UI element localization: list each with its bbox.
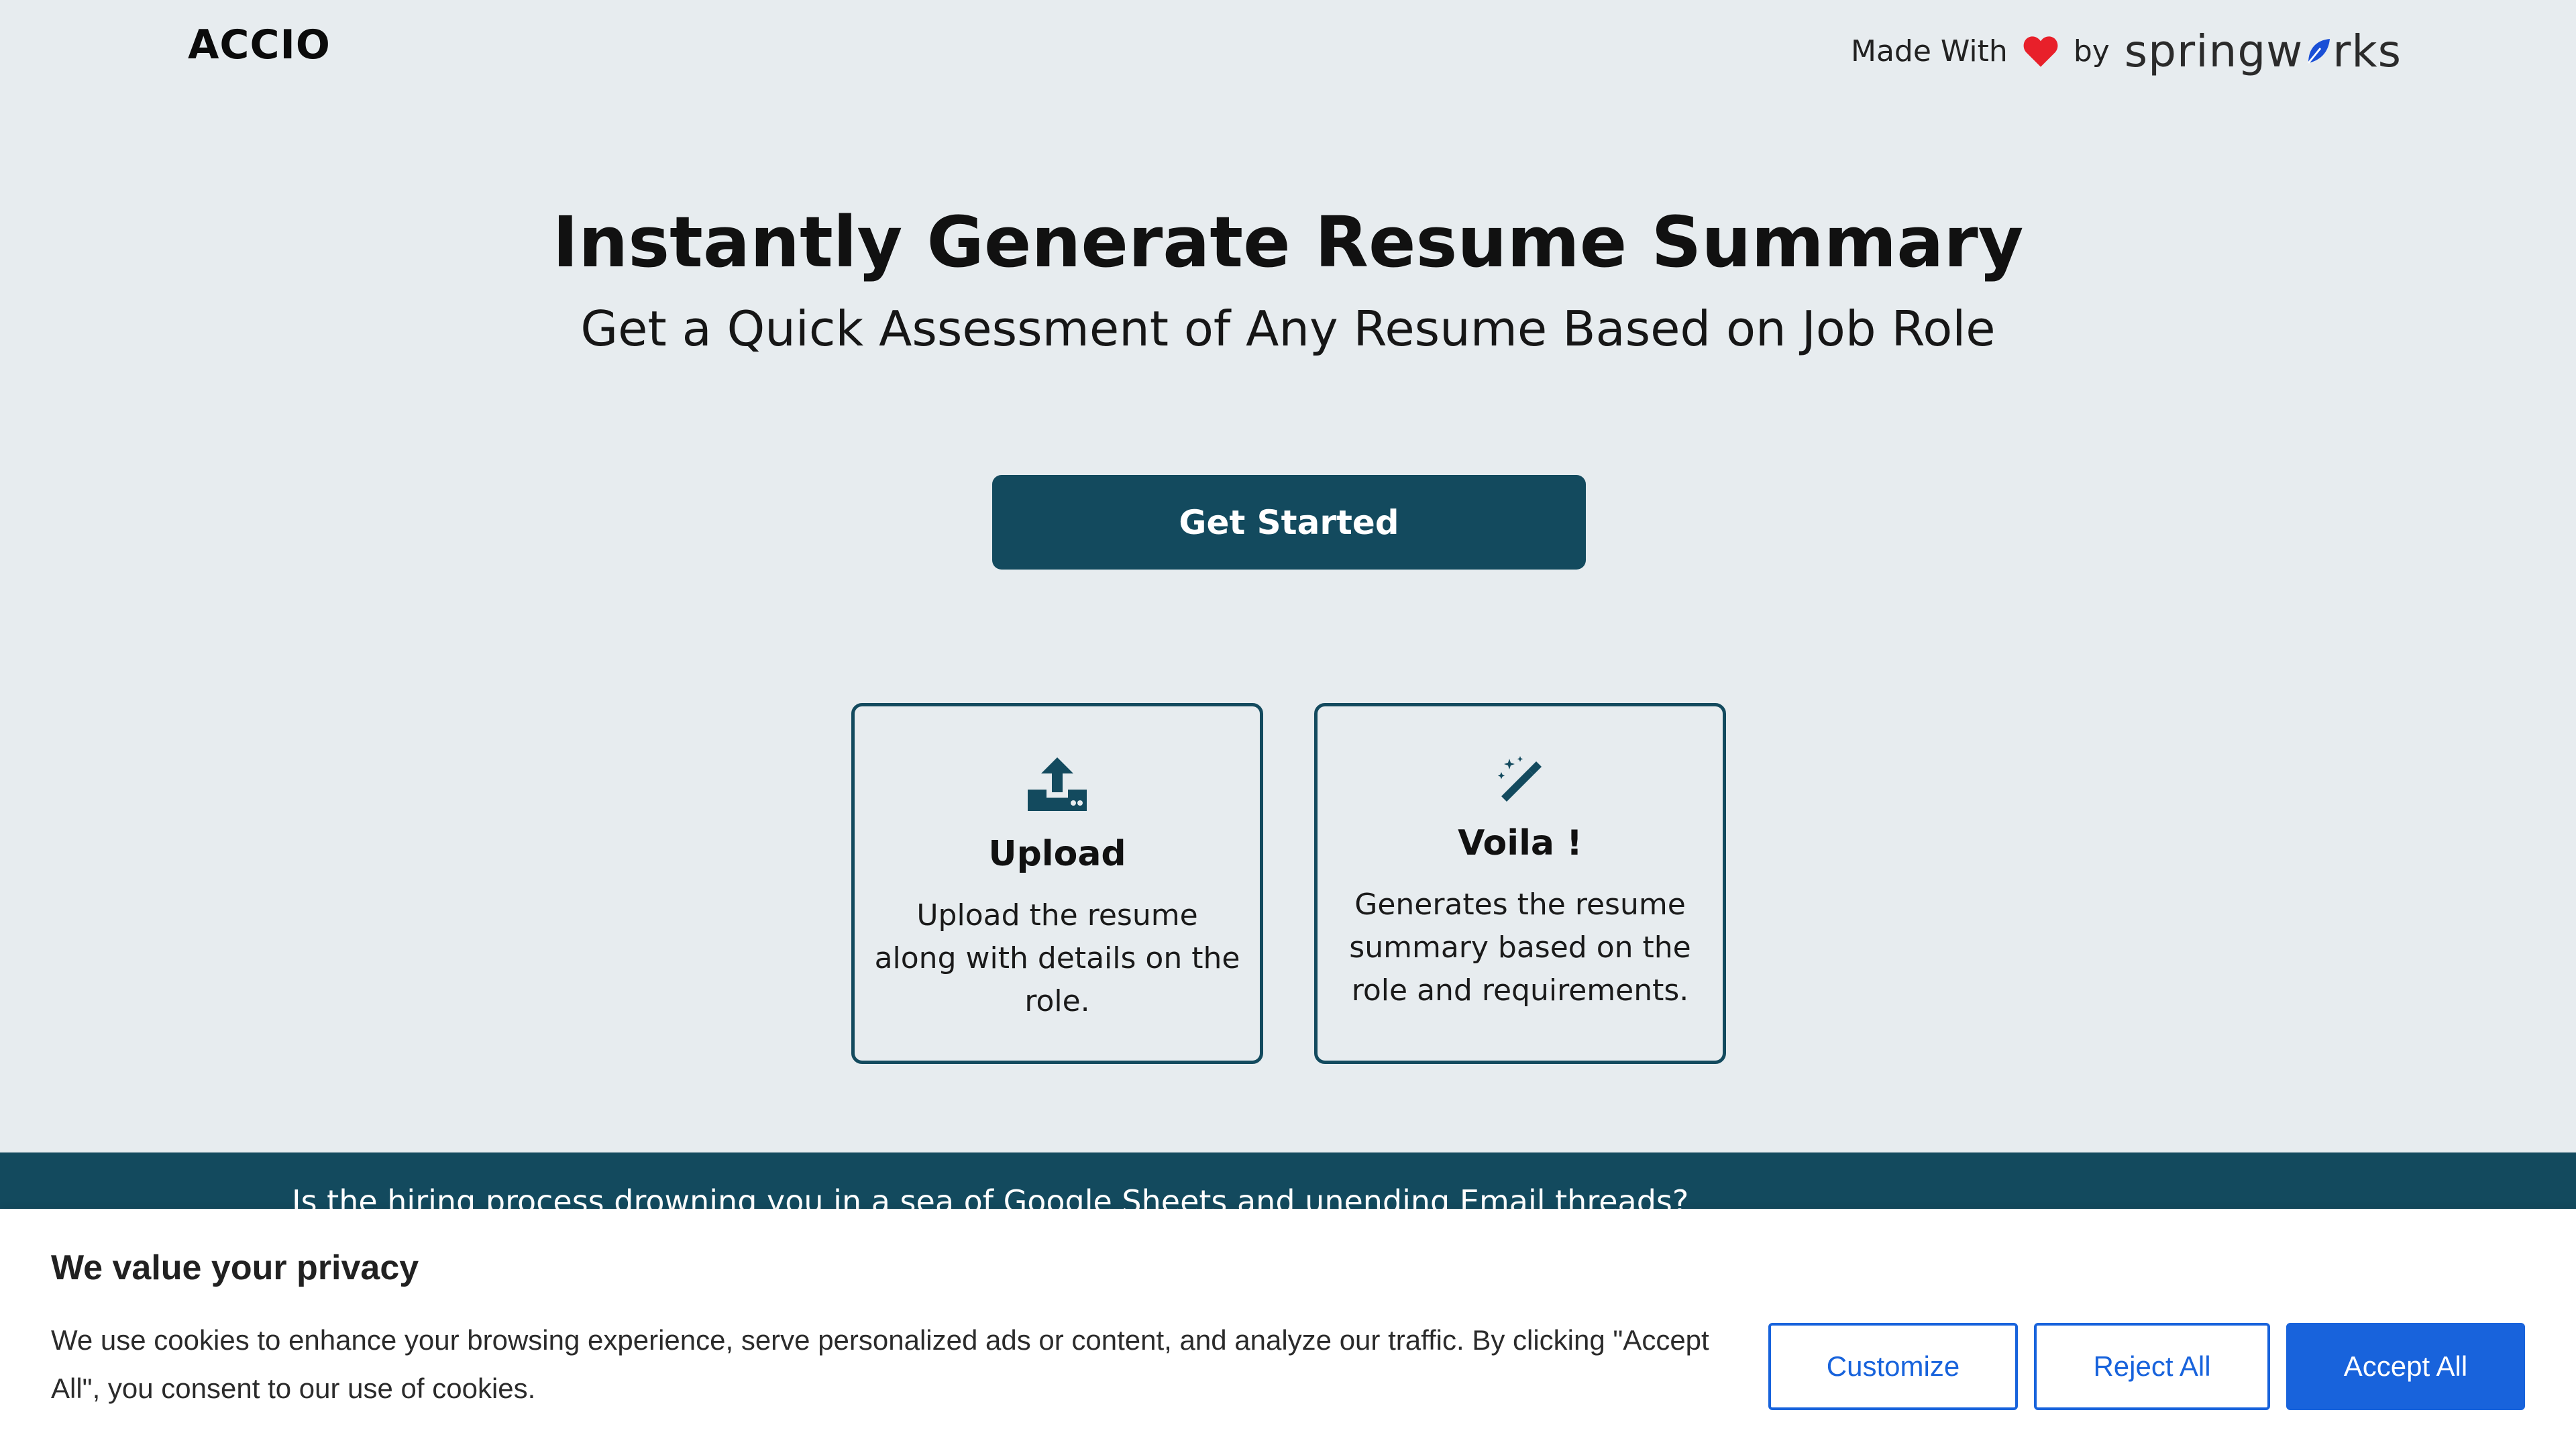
upload-step-card: Upload Upload the resume along with deta… (851, 703, 1263, 1064)
magic-wand-icon (1497, 756, 1542, 802)
customize-button[interactable]: Customize (1768, 1323, 2018, 1410)
springworks-logo[interactable]: springw rks (2125, 25, 2402, 77)
upload-card-title: Upload (988, 834, 1126, 874)
credit-prefix: Made With (1850, 34, 2008, 68)
site-header: ACCIO Made With by springw rks (0, 0, 2576, 101)
upload-icon (1028, 757, 1087, 811)
cookie-banner-text: We use cookies to enhance your browsing … (51, 1324, 1709, 1404)
voila-step-card: Voila ! Generates the resume summary bas… (1314, 703, 1726, 1064)
cookie-consent-banner: We value your privacy We use cookies to … (0, 1209, 2576, 1449)
hero-title: Instantly Generate Resume Summary (552, 201, 2024, 283)
get-started-button[interactable]: Get Started (992, 475, 1586, 570)
accept-all-button[interactable]: Accept All (2286, 1323, 2525, 1410)
reject-all-button[interactable]: Reject All (2034, 1323, 2270, 1410)
accio-logo[interactable]: ACCIO (188, 21, 331, 68)
credit-by: by (2073, 34, 2110, 68)
upload-card-text: Upload the resume along with details on … (874, 898, 1240, 1018)
heart-icon (2023, 36, 2058, 67)
voila-card-text: Generates the resume summary based on th… (1349, 888, 1691, 1008)
leaf-icon (2308, 39, 2330, 64)
voila-card-title: Voila ! (1458, 823, 1582, 863)
cookie-banner-title: We value your privacy (51, 1248, 419, 1287)
made-with-love-credit: Made With by springw rks (1851, 24, 2402, 78)
hero-subtitle: Get a Quick Assessment of Any Resume Bas… (580, 301, 1996, 357)
